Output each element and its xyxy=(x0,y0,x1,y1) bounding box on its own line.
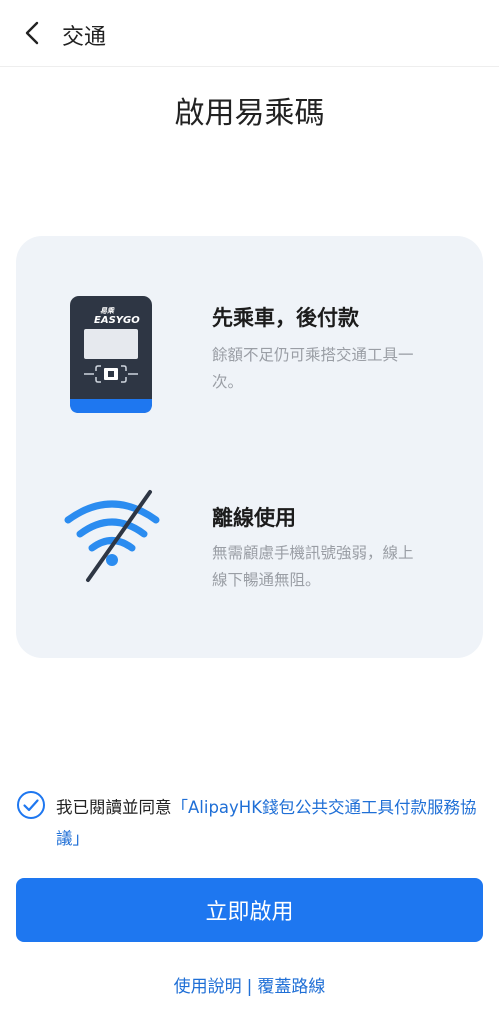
agreement-prefix: 我已閱讀並同意 xyxy=(56,798,172,817)
feature-desc-pay-later: 餘額不足仍可乘搭交通工具一次。 xyxy=(212,346,414,391)
checked-circle-icon[interactable] xyxy=(16,790,46,820)
device-logo-bottom: EASYGO xyxy=(94,315,140,326)
page-title: 啟用易乘碼 xyxy=(174,96,325,131)
feature-title-pay-later: 先乘車，後付款 xyxy=(212,306,359,330)
transit-device-icon: 易乘 EASYGO xyxy=(70,296,152,413)
enable-now-button[interactable]: 立即啟用 xyxy=(16,878,483,942)
footer-links: 使用說明 | 覆蓋路線 xyxy=(0,972,499,997)
agreement-text: 我已閱讀並同意「AlipayHK錢包公共交通工具付款服務協議」 xyxy=(56,792,486,854)
feature-title-offline: 離線使用 xyxy=(212,506,296,530)
nav-title: 交通 xyxy=(62,25,107,50)
feature-card: 易乘 EASYGO 先乘車，後付款 餘額不足仍可乘搭交通工具一次。 離線使用 無… xyxy=(16,236,483,658)
offline-wifi-icon xyxy=(64,490,160,582)
top-nav-bar: 交通 xyxy=(0,0,499,67)
link-separator: | xyxy=(246,977,253,997)
back-chevron-icon[interactable] xyxy=(18,18,48,48)
coverage-routes-link[interactable]: 覆蓋路線 xyxy=(257,977,325,997)
device-logo-top: 易乘 xyxy=(100,306,115,315)
feature-desc-offline: 無需顧慮手機訊號強弱，線上線下暢通無阻。 xyxy=(212,544,414,589)
usage-guide-link[interactable]: 使用說明 xyxy=(174,977,242,997)
